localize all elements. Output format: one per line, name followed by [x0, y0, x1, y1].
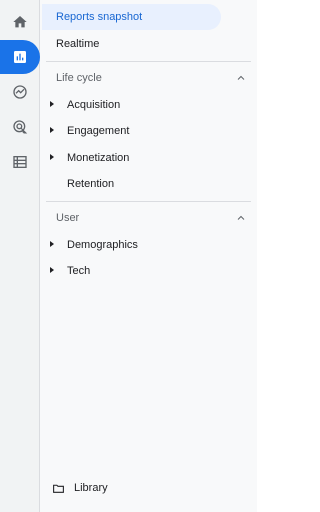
configure-button[interactable]: [0, 145, 40, 179]
reports-nav-panel: Reports snapshot Realtime Life cycle Acq…: [40, 0, 257, 512]
nav-item-label: Realtime: [56, 38, 100, 50]
library-button[interactable]: Library: [52, 477, 108, 499]
section-title: User: [56, 212, 80, 224]
explore-icon: [13, 85, 27, 99]
caret-right-icon: [50, 127, 54, 133]
configure-icon: [13, 156, 27, 168]
nav-item-tech[interactable]: Tech: [40, 258, 257, 284]
nav-item-realtime[interactable]: Realtime: [40, 31, 257, 57]
nav-item-reports-snapshot[interactable]: Reports snapshot: [42, 4, 221, 30]
nav-item-label: Tech: [67, 265, 91, 277]
nav-item-label: Engagement: [67, 125, 130, 137]
explore-button[interactable]: [0, 75, 40, 109]
reports-icon: [14, 51, 26, 63]
divider: [46, 61, 251, 62]
reports-button[interactable]: [0, 40, 40, 74]
advertising-icon: [13, 120, 28, 134]
library-label: Library: [74, 482, 108, 494]
nav-item-label: Monetization: [67, 152, 130, 164]
section-title: Life cycle: [56, 72, 102, 84]
divider: [46, 201, 251, 202]
nav-item-label: Acquisition: [67, 99, 121, 111]
nav-item-label: Reports snapshot: [56, 11, 143, 23]
advertising-button[interactable]: [0, 110, 40, 144]
nav-item-demographics[interactable]: Demographics: [40, 232, 257, 258]
caret-right-icon: [50, 154, 54, 160]
nav-item-retention[interactable]: Retention: [40, 171, 257, 197]
nav-item-engagement[interactable]: Engagement: [40, 118, 257, 144]
section-header-life-cycle[interactable]: Life cycle: [56, 68, 247, 88]
nav-item-acquisition[interactable]: Acquisition: [40, 92, 257, 118]
nav-item-label: Demographics: [67, 239, 138, 251]
caret-right-icon: [50, 241, 54, 247]
caret-right-icon: [50, 101, 54, 107]
caret-right-icon: [50, 267, 54, 273]
folder-icon: [53, 484, 64, 493]
home-icon: [13, 16, 27, 28]
section-header-user[interactable]: User: [56, 208, 247, 228]
nav-item-monetization[interactable]: Monetization: [40, 145, 257, 171]
nav-item-label: Retention: [67, 178, 115, 190]
chevron-up-icon: [237, 215, 245, 220]
chevron-up-icon: [237, 75, 245, 80]
home-button[interactable]: [0, 5, 40, 39]
navigation-rail: [0, 0, 40, 512]
